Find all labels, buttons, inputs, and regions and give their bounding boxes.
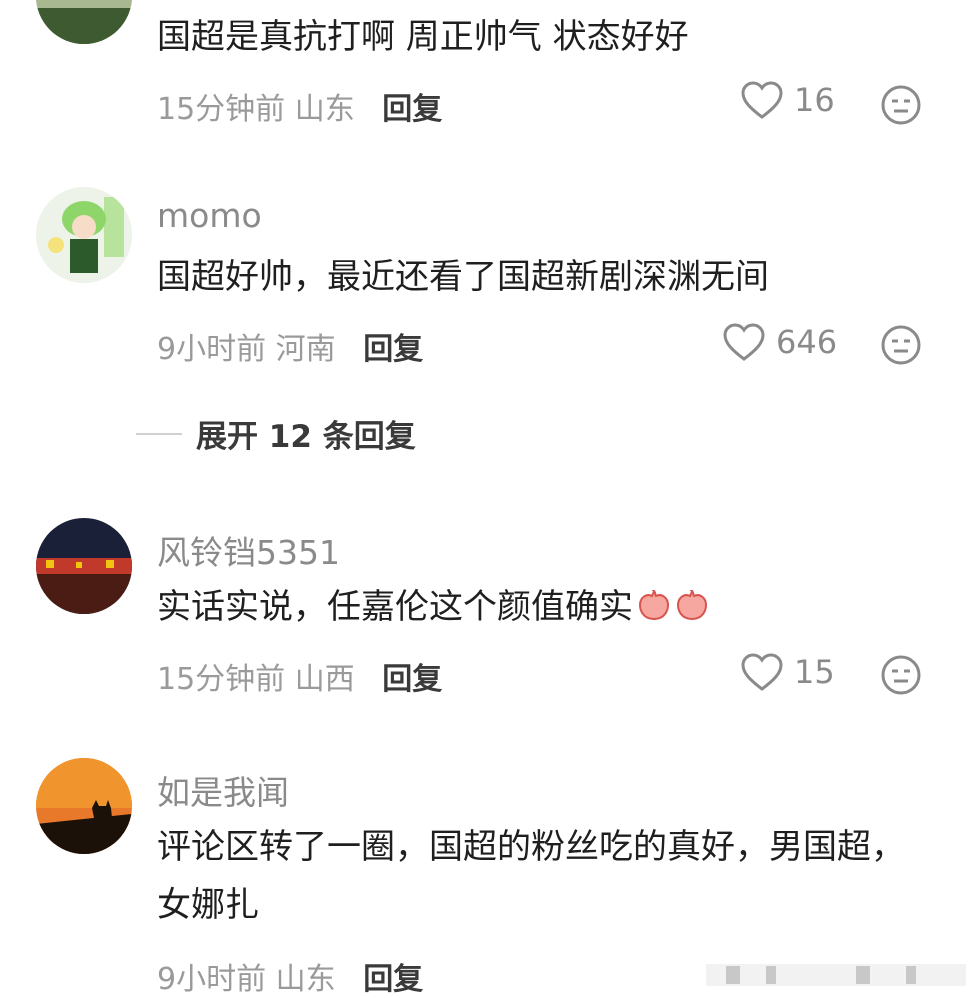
like-count: 15 bbox=[794, 653, 835, 691]
sunset-cat-avatar-icon bbox=[36, 758, 132, 854]
comment-text: 国超是真抗打啊 周正帅气 状态好好 bbox=[157, 17, 689, 57]
comment-location: 山西 bbox=[294, 662, 355, 697]
green-hair-character-avatar-icon bbox=[36, 187, 132, 283]
dislike-face-icon[interactable] bbox=[880, 84, 922, 126]
dislike-face-icon[interactable] bbox=[880, 654, 922, 696]
peach-icon bbox=[638, 589, 670, 621]
user-avatar[interactable] bbox=[36, 518, 132, 614]
comment-meta: 15分钟前 山西 回复 bbox=[157, 654, 442, 698]
night-city-avatar-icon bbox=[36, 518, 132, 614]
user-avatar[interactable] bbox=[36, 187, 132, 283]
comment-location: 河南 bbox=[275, 332, 336, 367]
like-button[interactable]: 646 bbox=[722, 322, 837, 362]
like-button[interactable]: 15 bbox=[740, 652, 835, 692]
comment-text: 实话实说，任嘉伦这个颜值确实 bbox=[157, 578, 937, 636]
comment-time: 15分钟前 bbox=[157, 662, 286, 697]
comment-time: 15分钟前 bbox=[157, 92, 286, 127]
comment-text-content: 实话实说，任嘉伦这个颜值确实 bbox=[157, 587, 633, 627]
comment-meta: 9小时前 河南 回复 bbox=[157, 324, 423, 368]
reply-button[interactable]: 回复 bbox=[363, 332, 423, 367]
username[interactable]: 风铃铛5351 bbox=[157, 526, 340, 574]
comment-time: 9小时前 bbox=[157, 332, 267, 367]
expand-replies-label: 展开 12 条回复 bbox=[196, 419, 416, 455]
like-count: 16 bbox=[794, 81, 835, 119]
comment-meta: 15分钟前 山东 回复 bbox=[157, 84, 442, 128]
comment-location: 山东 bbox=[275, 962, 336, 997]
comment-location: 山东 bbox=[294, 92, 355, 127]
username[interactable]: momo bbox=[157, 196, 262, 235]
username[interactable]: 如是我闻 bbox=[157, 766, 289, 814]
dislike-face-icon[interactable] bbox=[880, 324, 922, 366]
heart-icon bbox=[741, 81, 783, 119]
reply-button[interactable]: 回复 bbox=[363, 962, 423, 997]
user-avatar[interactable] bbox=[36, 0, 132, 44]
comment-meta: 9小时前 山东 回复 bbox=[157, 954, 423, 998]
peach-icon bbox=[676, 589, 708, 621]
user-avatar[interactable] bbox=[36, 758, 132, 854]
comment-text: 评论区转了一圈，国超的粉丝吃的真好，男国超，女娜扎 bbox=[157, 827, 905, 925]
comment-time: 9小时前 bbox=[157, 962, 267, 997]
divider-line bbox=[136, 432, 182, 435]
reply-button[interactable]: 回复 bbox=[382, 662, 442, 697]
heart-icon bbox=[741, 653, 783, 691]
like-count: 646 bbox=[776, 323, 838, 361]
comment-text: 国超好帅，最近还看了国超新剧深渊无间 bbox=[157, 257, 769, 297]
reply-button[interactable]: 回复 bbox=[382, 92, 442, 127]
like-button[interactable]: 16 bbox=[740, 80, 835, 120]
expand-replies-button[interactable]: 展开 12 条回复 bbox=[136, 411, 416, 456]
watermark-image bbox=[706, 964, 966, 986]
landscape-avatar-icon bbox=[36, 0, 132, 44]
heart-icon bbox=[723, 323, 765, 361]
